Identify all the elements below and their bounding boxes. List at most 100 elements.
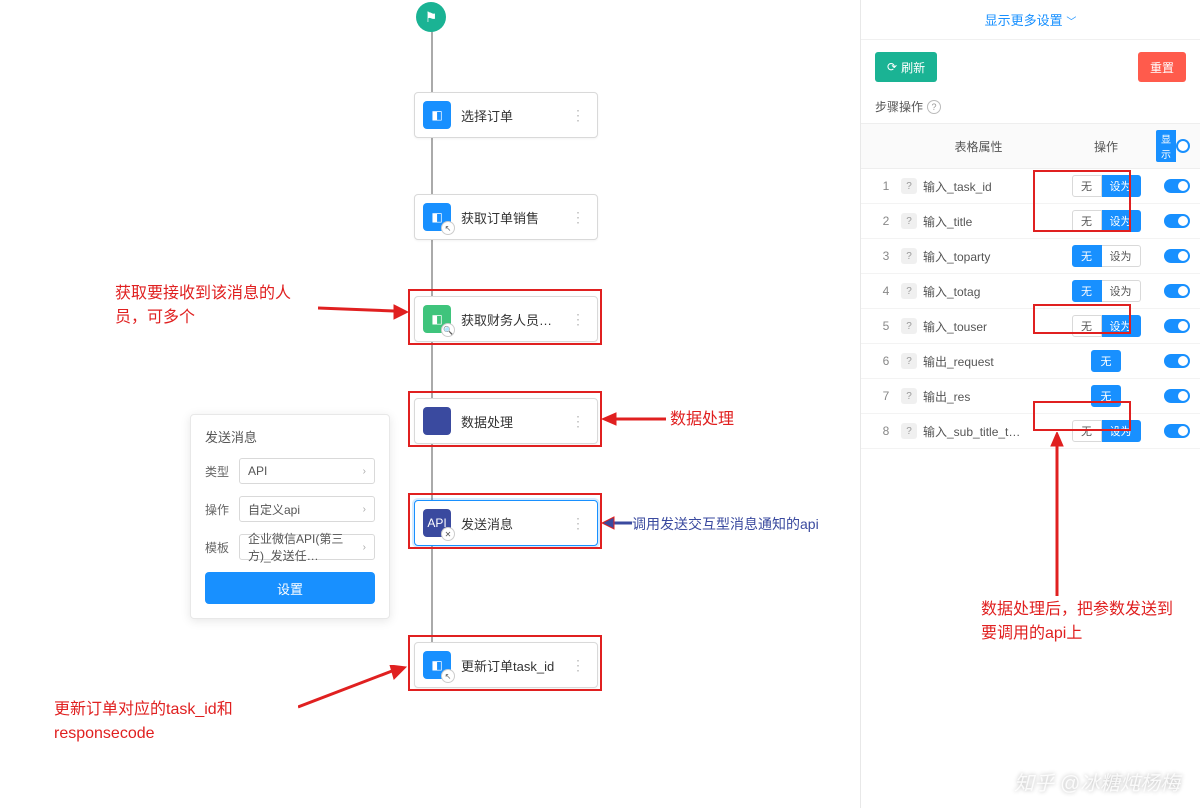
help-icon[interactable]: ? — [927, 100, 941, 114]
cube-icon: ◧ — [423, 101, 451, 129]
row-index: 7 — [871, 389, 901, 403]
question-icon: ? — [901, 353, 917, 369]
row-toggle[interactable] — [1164, 424, 1190, 438]
table-row: 7?输出_res无 — [861, 379, 1200, 414]
flow-node[interactable]: ◧↖ 更新订单task_id⋮ — [414, 642, 598, 688]
display-label: 显示 — [1156, 130, 1176, 162]
question-icon: ? — [901, 283, 917, 299]
flow-node[interactable]: ◧🔍 获取财务人员…⋮ — [414, 296, 598, 342]
cube-icon: ◧↖ — [423, 203, 451, 231]
annotation-text: 数据处理后，把参数发送到要调用的api上 — [981, 598, 1181, 646]
table-row: 3? 输入_toparty 无设为 — [861, 239, 1200, 274]
attr-name: 输入_toparty — [923, 248, 990, 265]
node-label: 数据处理 — [461, 412, 567, 431]
flag-icon: ⚑ — [425, 9, 438, 26]
more-icon[interactable]: ⋮ — [567, 311, 589, 328]
chevron-right-icon: › — [363, 504, 366, 515]
flow-node[interactable]: 数据处理⋮ — [414, 398, 598, 444]
op-set[interactable]: 设为 — [1102, 245, 1141, 267]
op-none[interactable]: 无 — [1072, 280, 1102, 302]
field-label: 模板 — [205, 539, 239, 556]
row-toggle[interactable] — [1164, 319, 1190, 333]
more-icon[interactable]: ⋮ — [567, 515, 589, 532]
op-set[interactable]: 设为 — [1102, 280, 1141, 302]
flow-node[interactable]: ◧↖ 获取订单销售⋮ — [414, 194, 598, 240]
row-toggle[interactable] — [1164, 214, 1190, 228]
code-icon — [423, 407, 451, 435]
flow-node[interactable]: ◧ 选择订单⋮ — [414, 92, 598, 138]
arrow-icon — [318, 296, 408, 326]
settings-sidebar: 显示更多设置 ﹀ ⟳ 刷新 重置 步骤操作 ? 表格属性 操作 显示 1?输入_… — [860, 0, 1200, 808]
annotation-text: 数据处理 — [670, 408, 734, 432]
table-row: 6?输出_request无 — [861, 344, 1200, 379]
node-label: 获取订单销售 — [461, 208, 567, 227]
arrow-icon — [602, 511, 632, 535]
question-icon: ? — [901, 178, 917, 194]
field-value[interactable]: 企业微信API(第三方)_发送任…› — [239, 534, 375, 560]
attr-name: 输入_totag — [923, 283, 980, 300]
node-label: 获取财务人员… — [461, 310, 567, 329]
row-toggle[interactable] — [1164, 249, 1190, 263]
node-label: 更新订单task_id — [461, 656, 567, 675]
flow-node[interactable]: API✕发送消息⋮ — [414, 500, 598, 546]
arrow-icon — [602, 407, 666, 431]
more-icon[interactable]: ⋮ — [567, 657, 589, 674]
annotation-text: 获取要接收到该消息的人员，可多个 — [115, 282, 315, 330]
row-index: 4 — [871, 284, 901, 298]
chevron-down-icon: ﹀ — [1066, 17, 1076, 28]
more-icon[interactable]: ⋮ — [567, 209, 589, 226]
question-icon: ? — [901, 423, 917, 439]
corner-badge-icon: ↖ — [442, 222, 454, 234]
attributes-table: 表格属性 操作 显示 1?输入_task_id无设为2?输入_title无设为3… — [861, 123, 1200, 449]
refresh-button[interactable]: ⟳ 刷新 — [875, 52, 937, 82]
op-none[interactable]: 无 — [1072, 245, 1102, 267]
field-label: 类型 — [205, 463, 239, 480]
row-toggle[interactable] — [1164, 179, 1190, 193]
table-row: 5?输入_touser无设为 — [861, 309, 1200, 344]
show-more-settings[interactable]: 显示更多设置 ﹀ — [861, 0, 1200, 40]
display-all-toggle[interactable] — [1176, 139, 1190, 153]
op-none[interactable]: 无 — [1072, 210, 1102, 232]
field-label: 操作 — [205, 501, 239, 518]
reset-button[interactable]: 重置 — [1138, 52, 1186, 82]
start-node[interactable]: ⚑ — [416, 2, 446, 32]
attr-name: 输入_touser — [923, 318, 987, 335]
op-none[interactable]: 无 — [1072, 420, 1102, 442]
annotation-text: 更新订单对应的task_id和responsecode — [54, 698, 314, 746]
op-none[interactable]: 无 — [1091, 350, 1121, 372]
attr-name: 输入_sub_title_t… — [923, 423, 1020, 440]
flow-canvas[interactable]: ⚑ ◧选择订单⋮◧↖获取订单销售⋮◧🔍获取财务人员…⋮数据处理⋮API✕发送消息… — [0, 0, 860, 808]
row-toggle[interactable] — [1164, 284, 1190, 298]
more-icon[interactable]: ⋮ — [567, 413, 589, 430]
attr-name: 输入_task_id — [923, 178, 992, 195]
op-set[interactable]: 设为 — [1102, 420, 1141, 442]
row-index: 3 — [871, 249, 901, 263]
chevron-right-icon: › — [363, 466, 366, 477]
row-toggle[interactable] — [1164, 354, 1190, 368]
section-header: 步骤操作 ? — [861, 94, 1200, 123]
op-set[interactable]: 设为 — [1102, 315, 1141, 337]
cube-icon: ◧🔍 — [423, 305, 451, 333]
more-icon[interactable]: ⋮ — [567, 107, 589, 124]
settings-button[interactable]: 设置 — [205, 572, 375, 604]
refresh-icon: ⟳ — [887, 60, 897, 74]
op-none[interactable]: 无 — [1072, 175, 1102, 197]
corner-badge-icon: ↖ — [442, 670, 454, 682]
table-row: 8? 输入_sub_title_t… 无设为 — [861, 414, 1200, 449]
question-icon: ? — [901, 248, 917, 264]
node-label: 选择订单 — [461, 106, 567, 125]
row-toggle[interactable] — [1164, 389, 1190, 403]
corner-badge-icon: 🔍 — [442, 324, 454, 336]
op-set[interactable]: 设为 — [1102, 175, 1141, 197]
op-set[interactable]: 设为 — [1102, 210, 1141, 232]
field-value[interactable]: 自定义api› — [239, 496, 375, 522]
row-index: 8 — [871, 424, 901, 438]
attr-name: 输出_request — [923, 353, 994, 370]
arrow-icon — [1045, 432, 1069, 596]
field-value[interactable]: API› — [239, 458, 375, 484]
op-none[interactable]: 无 — [1072, 315, 1102, 337]
cube-icon: ◧↖ — [423, 651, 451, 679]
popup-title: 发送消息 — [205, 427, 375, 446]
col-op: 操作 — [1056, 138, 1156, 155]
op-none[interactable]: 无 — [1091, 385, 1121, 407]
